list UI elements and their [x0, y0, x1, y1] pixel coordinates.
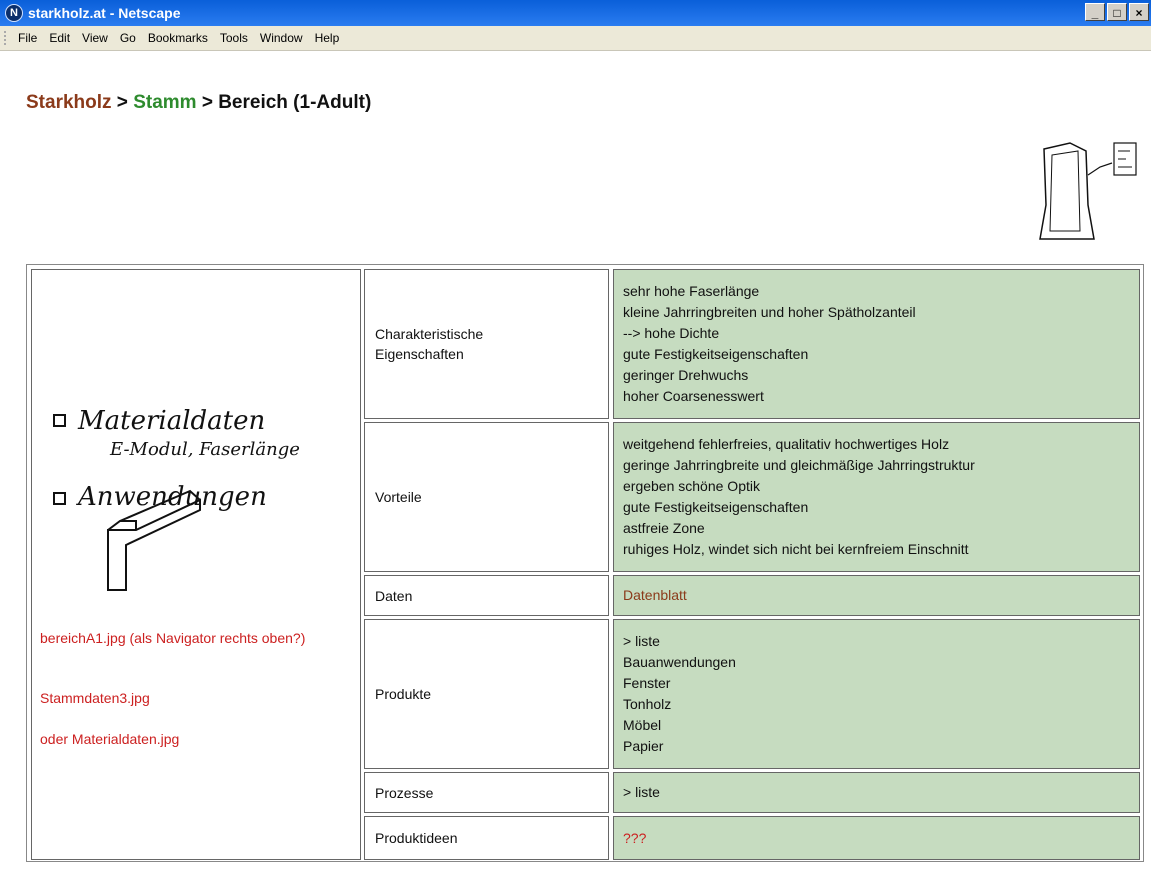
breadcrumb-stamm-link[interactable]: Stamm	[133, 92, 196, 113]
value-line: gute Festigkeitseigenschaften	[623, 346, 809, 362]
menu-file[interactable]: File	[18, 31, 37, 45]
value-line: ergeben schöne Optik	[623, 478, 760, 494]
menu-bookmarks[interactable]: Bookmarks	[148, 31, 208, 45]
navigator-sketch-icon[interactable]	[1030, 135, 1145, 245]
label-line: Produktideen	[375, 830, 458, 846]
label-line: Eigenschaften	[375, 346, 464, 362]
breadcrumb-current: Bereich (1-Adult)	[218, 92, 372, 113]
breadcrumb-separator: >	[111, 92, 134, 113]
value-line: --> hohe Dichte	[623, 325, 720, 341]
value-line: Tonholz	[623, 696, 672, 712]
menu-go[interactable]: Go	[120, 31, 136, 45]
breadcrumb: Starkholz > Stamm > Bereich (1-Adult)	[26, 92, 371, 114]
value-line: sehr hohe Faserlänge	[623, 283, 760, 299]
value-line: Möbel	[623, 717, 662, 733]
label-vorteile: Vorteile	[364, 422, 609, 572]
value-line: weitgehend fehlerfreies, qualitativ hoch…	[623, 436, 950, 452]
label-line: Vorteile	[375, 489, 422, 505]
value-vorteile: weitgehend fehlerfreies, qualitativ hoch…	[613, 422, 1140, 572]
value-produktideen: ???	[613, 816, 1140, 860]
value-line: geringe Jahrringbreite und gleichmäßige …	[623, 457, 975, 473]
window-titlebar: N starkholz.at - Netscape _ □ ×	[0, 0, 1151, 26]
value-line: Fenster	[623, 675, 671, 691]
menu-bar: File Edit View Go Bookmarks Tools Window…	[0, 26, 1151, 51]
menu-edit[interactable]: Edit	[49, 31, 70, 45]
breadcrumb-starkholz-link[interactable]: Starkholz	[26, 92, 112, 113]
prozesse-liste-link[interactable]: > liste	[623, 782, 660, 803]
material-sketch: Materialdaten E-Modul, Faserlänge Anwend…	[53, 406, 300, 591]
label-produktideen: Produktideen	[364, 816, 609, 860]
window-title: starkholz.at - Netscape	[28, 5, 181, 21]
maximize-button[interactable]: □	[1107, 3, 1127, 21]
produkte-liste-link[interactable]: > liste	[623, 631, 736, 652]
note-stammdaten3: Stammdaten3.jpg	[40, 690, 150, 706]
close-button[interactable]: ×	[1129, 3, 1149, 21]
netscape-icon: N	[5, 4, 23, 22]
sketch-anwendungen-label: Anwendungen	[76, 482, 267, 512]
value-charakteristische-eigenschaften: sehr hohe Faserlänge kleine Jahrringbrei…	[613, 269, 1140, 419]
value-prozesse: > liste	[613, 772, 1140, 813]
breadcrumb-separator: >	[196, 92, 219, 113]
sketch-materialdaten-sub: E-Modul, Faserlänge	[109, 439, 300, 460]
value-line: Bauanwendungen	[623, 654, 736, 670]
value-daten: Datenblatt	[613, 575, 1140, 616]
label-charakteristische-eigenschaften: Charakteristische Eigenschaften	[364, 269, 609, 419]
label-prozesse: Prozesse	[364, 772, 609, 813]
label-line: Produkte	[375, 686, 432, 702]
label-daten: Daten	[364, 575, 609, 616]
minimize-button[interactable]: _	[1085, 3, 1105, 21]
menu-tools[interactable]: Tools	[220, 31, 248, 45]
value-line: ???	[623, 829, 647, 846]
menu-help[interactable]: Help	[315, 31, 340, 45]
label-line: Daten	[375, 587, 413, 604]
value-line: geringer Drehwuchs	[623, 367, 749, 383]
value-line: astfreie Zone	[623, 520, 705, 536]
menu-view[interactable]: View	[82, 31, 108, 45]
sketch-materialdaten-label: Materialdaten	[77, 406, 265, 436]
value-produkte: > liste Bauanwendungen Fenster Tonholz M…	[613, 619, 1140, 769]
label-line: Prozesse	[375, 784, 434, 801]
value-line: kleine Jahrringbreiten und hoher Späthol…	[623, 304, 916, 320]
menu-window[interactable]: Window	[260, 31, 303, 45]
note-bereicha1: bereichA1.jpg (als Navigator rechts oben…	[40, 630, 306, 646]
window-controls: _ □ ×	[1085, 3, 1149, 21]
value-line: hoher Coarsenesswert	[623, 388, 764, 404]
label-line: Charakteristische	[375, 326, 484, 342]
value-line: ruhiges Holz, windet sich nicht bei kern…	[623, 541, 969, 557]
value-line: gute Festigkeitseigenschaften	[623, 499, 809, 515]
value-line: Papier	[623, 738, 664, 754]
datenblatt-link[interactable]: Datenblatt	[623, 585, 687, 606]
toolbar-grip[interactable]	[4, 31, 12, 45]
label-produkte: Produkte	[364, 619, 609, 769]
note-materialdaten: oder Materialdaten.jpg	[40, 731, 180, 747]
